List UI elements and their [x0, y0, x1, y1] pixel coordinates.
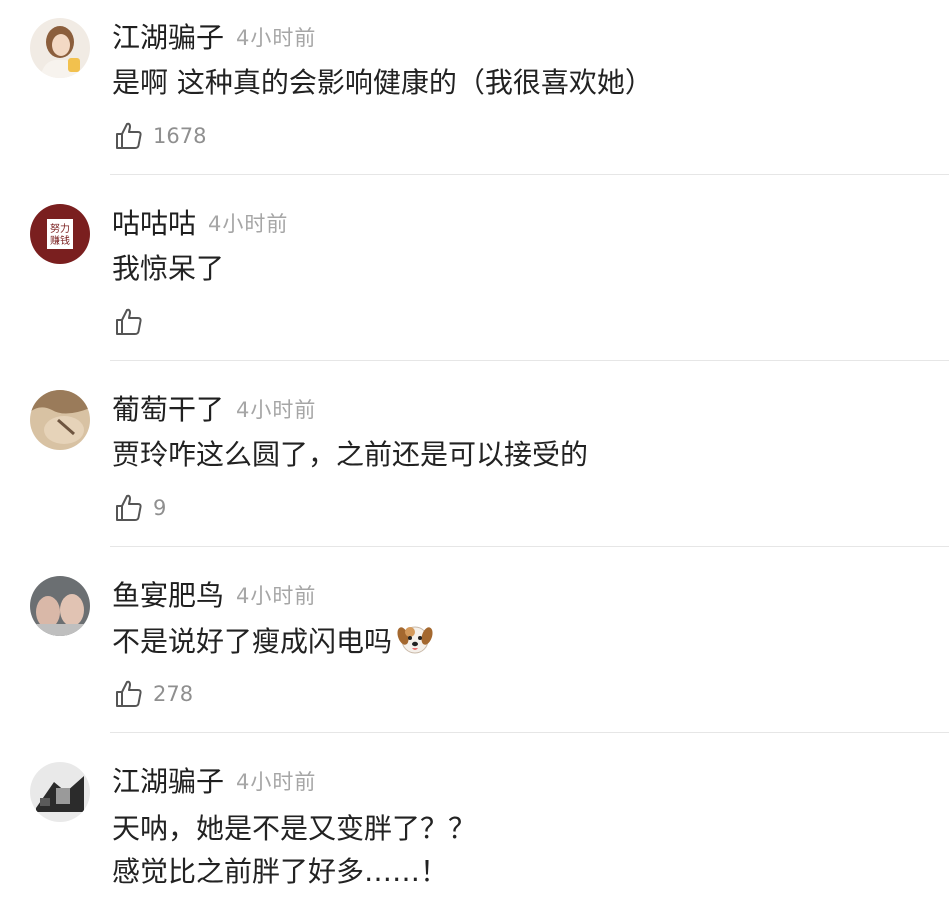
comment-line: 天呐，她是不是又变胖了？？ [112, 812, 477, 845]
username[interactable]: 咕咕咕 [112, 204, 196, 244]
comment-line: 贾玲咋这么圆了，之前还是可以接受的 [112, 438, 589, 471]
avatar[interactable] [30, 762, 90, 822]
comment-text: 贾玲咋这么圆了，之前还是可以接受的 [112, 434, 588, 475]
timestamp: 4小时前 [208, 212, 289, 236]
like-count: 1678 [153, 124, 207, 148]
badge-text: 努力 [50, 222, 70, 235]
comment-text: 我惊呆了 [112, 248, 224, 289]
comment-header: 江湖骗子 4小时前 [112, 762, 316, 802]
timestamp: 4小时前 [236, 26, 317, 50]
like-button[interactable]: 9 [113, 490, 166, 526]
username[interactable]: 江湖骗子 [112, 18, 224, 58]
photo-avatar-icon [30, 576, 90, 636]
comment-list: 江湖骗子 4小时前 是啊 这种真的会影响健康的（我很喜欢她） 1678 努力 赚… [0, 0, 949, 899]
comment-header: 江湖骗子 4小时前 [112, 18, 316, 58]
comment-item: 葡萄干了 4小时前 贾玲咋这么圆了，之前还是可以接受的 9 [0, 372, 949, 558]
divider [110, 546, 949, 547]
like-button[interactable]: 278 [113, 676, 193, 712]
divider [110, 360, 949, 361]
divider [110, 732, 949, 733]
timestamp: 4小时前 [236, 584, 317, 608]
woman-avatar-icon [30, 18, 90, 78]
username[interactable]: 葡萄干了 [112, 390, 224, 430]
dog-face-emoji-icon [396, 620, 434, 658]
avatar[interactable] [30, 576, 90, 636]
thumbs-up-icon [116, 122, 142, 149]
comment-text: 是啊 这种真的会影响健康的（我很喜欢她） [112, 62, 653, 103]
divider [110, 174, 949, 175]
like-button[interactable]: 1678 [113, 118, 206, 154]
timestamp: 4小时前 [236, 770, 317, 794]
comment-item: 努力 赚钱 咕咕咕 4小时前 我惊呆了 [0, 186, 949, 372]
thumbs-up-icon [116, 494, 142, 521]
comment-line: 感觉比之前胖了好多……！ [112, 855, 449, 888]
like-button[interactable] [113, 304, 153, 340]
avatar[interactable] [30, 18, 90, 78]
username[interactable]: 江湖骗子 [112, 762, 224, 802]
comment-item: 江湖骗子 4小时前 天呐，她是不是又变胖了？？ 感觉比之前胖了好多……！ [0, 744, 949, 899]
comment-line: 不是说好了瘦成闪电吗 [112, 620, 434, 662]
username[interactable]: 鱼宴肥鸟 [112, 576, 224, 616]
thumbs-up-icon [116, 680, 142, 707]
like-count: 9 [153, 496, 167, 520]
comment-item: 江湖骗子 4小时前 是啊 这种真的会影响健康的（我很喜欢她） 1678 [0, 0, 949, 186]
comment-header: 葡萄干了 4小时前 [112, 390, 316, 430]
avatar[interactable] [30, 390, 90, 450]
like-count: 278 [153, 682, 194, 706]
thumbs-up-icon [116, 308, 142, 335]
comment-line: 是啊 这种真的会影响健康的（我很喜欢她） [112, 66, 653, 99]
comment-text: 不是说好了瘦成闪电吗 [112, 620, 434, 662]
timestamp: 4小时前 [236, 398, 317, 422]
comment-line-text: 不是说好了瘦成闪电吗 [112, 625, 393, 658]
photo-avatar-icon [30, 762, 90, 822]
comment-header: 咕咕咕 4小时前 [112, 204, 288, 244]
comment-item: 鱼宴肥鸟 4小时前 不是说好了瘦成闪电吗 278 [0, 558, 949, 744]
comment-line: 我惊呆了 [112, 252, 225, 285]
photo-avatar-icon [30, 390, 90, 450]
comment-text: 天呐，她是不是又变胖了？？ 感觉比之前胖了好多……！ [112, 807, 476, 893]
comment-header: 鱼宴肥鸟 4小时前 [112, 576, 316, 616]
badge-avatar-icon: 努力 赚钱 [30, 204, 90, 264]
badge-text: 赚钱 [50, 234, 70, 247]
avatar[interactable]: 努力 赚钱 [30, 204, 90, 264]
